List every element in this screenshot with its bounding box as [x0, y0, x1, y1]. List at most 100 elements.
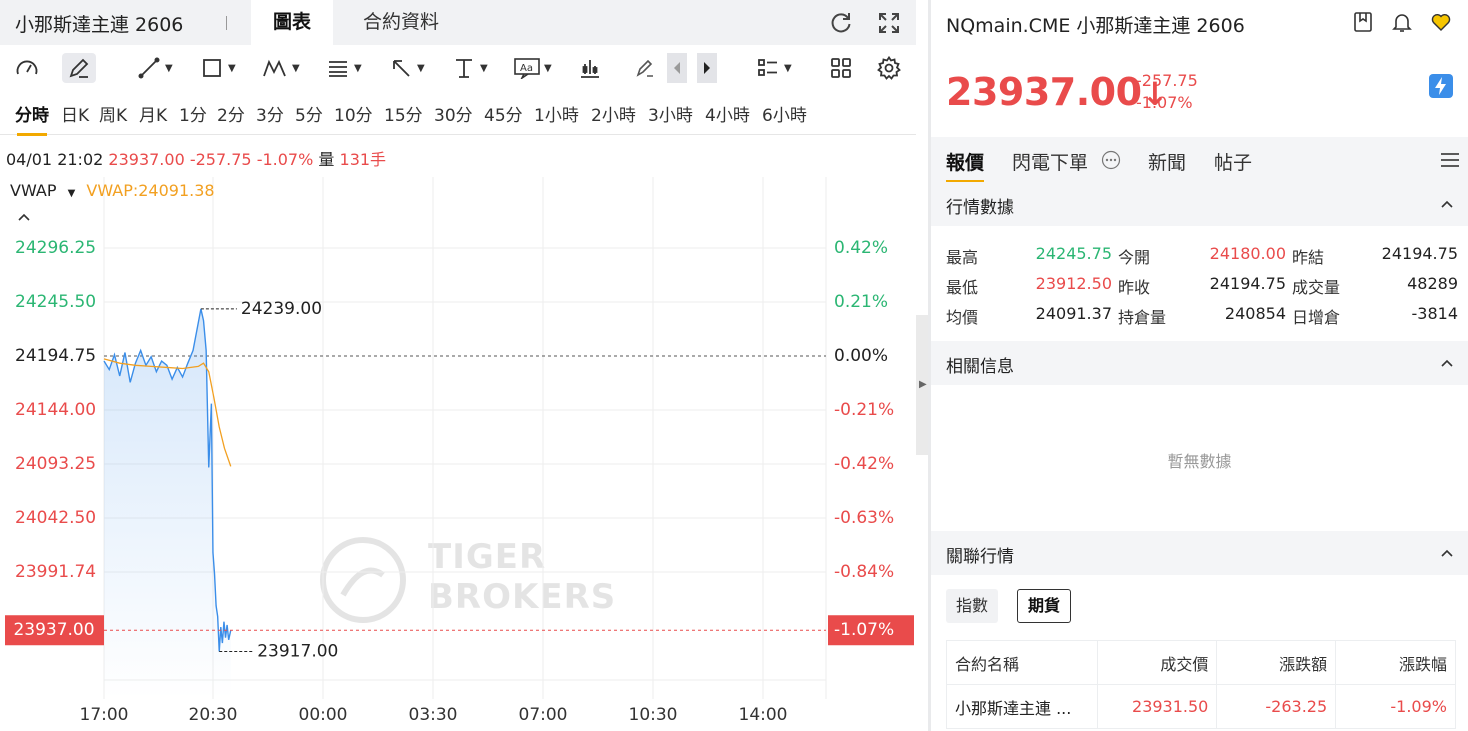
drawing-toolbar: ▼ ▼ ▼ ▼ ▼ ▼ Aa ▼ ▼ — [0, 45, 916, 89]
chip-futures[interactable]: 期貨 — [1017, 589, 1072, 623]
contract-name-cell[interactable]: 小那斯達主連 ... — [945, 684, 1099, 729]
period-tab[interactable]: 5分 — [295, 101, 323, 126]
arrow-tool-button[interactable]: ▼ — [389, 53, 425, 83]
tab-contract-info[interactable]: 合約資料 — [341, 0, 461, 45]
fib-tool-button[interactable]: ▼ — [326, 53, 362, 83]
speed-gauge-icon[interactable] — [14, 53, 40, 83]
tab-news[interactable]: 新聞 — [1148, 148, 1186, 175]
x-tick-label: 03:30 — [409, 705, 458, 725]
stat-label: 最低 — [946, 278, 979, 297]
chip-index[interactable]: 指數 — [946, 589, 999, 623]
table-row[interactable]: 小那斯達主連 ... 23931.50 -263.25 -1.09% — [945, 684, 1456, 729]
more-dots-icon[interactable] — [1101, 150, 1121, 174]
collapse-up-icon[interactable] — [16, 209, 32, 225]
x-tick-label: 00:00 — [299, 705, 348, 725]
period-tab[interactable]: 2分 — [217, 101, 245, 126]
period-tab[interactable]: 3小時 — [648, 101, 693, 126]
refresh-icon[interactable] — [828, 10, 854, 36]
label-tool-button[interactable]: Aa ▼ — [514, 53, 552, 83]
stat-label: 均價 — [946, 308, 979, 327]
x-tick-label: 17:00 — [80, 705, 129, 725]
price-cell: 23931.50 — [1097, 684, 1218, 729]
y-tick-label: 23991.74 — [15, 562, 96, 582]
info-volume: 131手 — [339, 150, 387, 169]
x-tick-label: 14:00 — [739, 705, 788, 725]
change-pct-cell: -1.09% — [1335, 684, 1456, 729]
candles-tool-icon[interactable] — [578, 53, 602, 83]
tab-flash-order[interactable]: 閃電下單 — [1012, 148, 1088, 175]
chevron-down-icon: ▼ — [165, 62, 173, 74]
draw-pen-button[interactable] — [62, 53, 96, 83]
info-price: 23937.00 — [108, 150, 185, 169]
lightning-badge-icon[interactable] — [1429, 74, 1453, 98]
period-tab-time[interactable]: 分時 — [15, 101, 49, 136]
intraday-chart[interactable]: TIGER BROKERS 17:00 20:30 00:00 03:30 07:00 1… — [0, 175, 916, 731]
settings-gear-icon[interactable] — [876, 53, 902, 83]
column-header[interactable]: 漲跌額 — [1216, 640, 1337, 685]
chevron-up-icon[interactable] — [1440, 545, 1454, 559]
section-title: 行情數據 — [946, 198, 1014, 218]
text-tool-button[interactable]: ▼ — [452, 53, 488, 83]
chevron-down-icon: ▼ — [67, 188, 76, 199]
chart-canvas[interactable]: 17:00 20:30 00:00 03:30 07:00 10:30 14:00 24296… — [0, 175, 916, 731]
stat-label: 持倉量 — [1118, 308, 1167, 327]
period-tab[interactable]: 3分 — [256, 101, 284, 126]
period-tab[interactable]: 2小時 — [591, 101, 636, 126]
period-tab[interactable]: 45分 — [484, 101, 523, 126]
tab-quote[interactable]: 報價 — [946, 148, 985, 183]
chevron-down-icon: ▼ — [784, 62, 792, 74]
section-title: 相關信息 — [946, 357, 1014, 377]
period-tab[interactable]: 1小時 — [534, 101, 579, 126]
scroll-right-button[interactable] — [697, 53, 717, 83]
panel-splitter[interactable]: ▶ — [916, 315, 928, 455]
column-header[interactable]: 合約名稱 — [945, 640, 1099, 685]
indicator-selector[interactable]: VWAP ▼ VWAP:24091.38 — [10, 181, 215, 200]
favorite-heart-icon[interactable] — [1430, 11, 1452, 33]
period-tab[interactable]: 周K — [99, 101, 127, 126]
period-tab[interactable]: 月K — [139, 101, 167, 126]
period-tab[interactable]: 30分 — [434, 101, 473, 126]
title-separator — [226, 16, 227, 30]
chevron-right-icon: ▶ — [919, 379, 927, 390]
indicator-name[interactable]: VWAP — [10, 181, 56, 200]
list-layout-button[interactable]: ▼ — [756, 53, 792, 83]
column-header[interactable]: 成交價 — [1097, 640, 1218, 685]
x-tick-label: 10:30 — [629, 705, 678, 725]
period-tab[interactable]: 10分 — [334, 101, 373, 126]
chevron-down-icon: ▼ — [480, 62, 488, 74]
period-tab[interactable]: 6小時 — [762, 101, 807, 126]
x-tick-label: 20:30 — [189, 705, 238, 725]
rectangle-tool-button[interactable]: ▼ — [200, 53, 236, 83]
no-data-text: 暫無數據 — [1167, 452, 1232, 471]
period-tab[interactable]: 日K — [61, 101, 89, 126]
y-pct-label: 0.21% — [834, 292, 888, 312]
bookmark-icon[interactable] — [1352, 11, 1374, 33]
grid-layout-icon[interactable] — [829, 53, 853, 83]
stat-label: 昨收 — [1118, 278, 1151, 297]
hamburger-menu-icon[interactable] — [1440, 151, 1460, 173]
chevron-up-icon[interactable] — [1440, 196, 1454, 210]
tab-posts[interactable]: 帖子 — [1214, 148, 1252, 175]
section-quote-data[interactable]: 行情數據 — [931, 182, 1468, 226]
section-linked-quotes[interactable]: 關聯行情 — [931, 531, 1468, 575]
eraser-icon[interactable] — [634, 53, 656, 83]
bell-icon[interactable] — [1391, 11, 1413, 33]
chevron-up-icon[interactable] — [1440, 355, 1454, 369]
period-tab[interactable]: 1分 — [179, 101, 207, 126]
scroll-left-button[interactable] — [667, 53, 687, 83]
y-pct-label: 0.00% — [834, 346, 888, 366]
quote-header: NQmain.CME 小那斯達主連 2606 — [931, 0, 1468, 45]
instrument-title: 小那斯達主連 2606 — [15, 14, 184, 36]
y-tick-label: 24296.25 — [15, 238, 96, 258]
fullscreen-icon[interactable] — [876, 10, 902, 36]
column-header[interactable]: 漲跌幅 — [1335, 640, 1456, 685]
section-related-info[interactable]: 相關信息 — [931, 341, 1468, 385]
line-tool-button[interactable]: ▼ — [137, 53, 173, 83]
quote-panel: NQmain.CME 小那斯達主連 2606 23937.00↓ -257.75… — [931, 0, 1468, 731]
period-tab[interactable]: 15分 — [384, 101, 423, 126]
pattern-tool-button[interactable]: ▼ — [262, 53, 300, 83]
tab-chart[interactable]: 圖表 — [251, 0, 334, 45]
stat-value: 240854 — [1224, 304, 1286, 323]
period-tab[interactable]: 4小時 — [705, 101, 750, 126]
price-change-pct: -1.07% — [1136, 93, 1193, 112]
